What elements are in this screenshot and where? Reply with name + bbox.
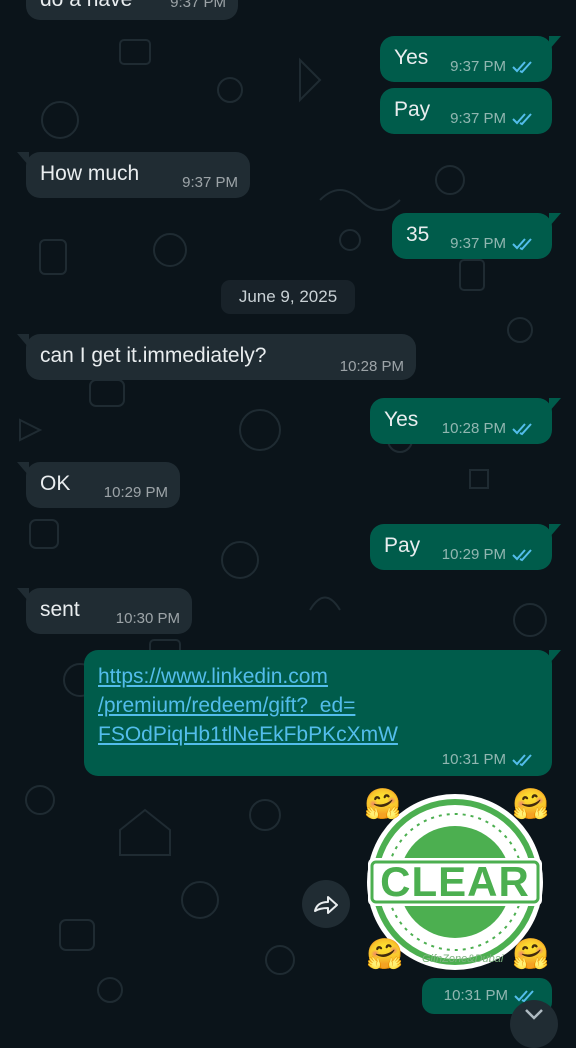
- hug-emoji: 🤗: [512, 938, 550, 971]
- message-text: Pay: [394, 98, 431, 121]
- sticker-watermark: GifnZone&Dubai: [422, 953, 504, 965]
- double-check-icon: [512, 60, 532, 73]
- hug-emoji: 🤗: [366, 938, 404, 971]
- message-text: do a have: [40, 0, 132, 12]
- message-time: 10:29 PM: [441, 546, 506, 563]
- message-text: can I get it.immediately?: [40, 344, 267, 367]
- message-time: 9:37 PM: [450, 58, 506, 75]
- date-separator: June 9, 2025: [221, 280, 355, 314]
- hug-emoji: 🤗: [512, 788, 550, 821]
- double-check-icon: [512, 548, 532, 561]
- message-text: 35: [406, 223, 430, 246]
- chevron-down-icon: [525, 1009, 543, 1020]
- message-time: 10:29 PM: [103, 484, 168, 501]
- message-text: Yes: [394, 46, 429, 69]
- sticker-word: CLEAR: [380, 858, 530, 905]
- message-incoming[interactable]: can I get it.immediately? 10:28 PM: [17, 334, 416, 380]
- message-incoming[interactable]: OK 10:29 PM: [17, 462, 180, 508]
- double-check-icon: [512, 237, 532, 250]
- message-outgoing[interactable]: Yes 10:28 PM: [370, 398, 561, 444]
- message-time: 9:37 PM: [182, 174, 238, 191]
- message-outgoing[interactable]: Pay 10:29 PM: [370, 524, 561, 570]
- forward-icon: [314, 896, 338, 914]
- message-time: 10:28 PM: [339, 358, 404, 375]
- message-outgoing[interactable]: 35 9:37 PM: [392, 213, 561, 259]
- hug-emoji: 🤗: [364, 788, 402, 821]
- message-time: 9:37 PM: [170, 0, 226, 11]
- message-outgoing-link[interactable]: https://www.linkedin.com /premium/redeem…: [84, 650, 561, 776]
- message-outgoing[interactable]: Yes 9:37 PM: [380, 36, 561, 82]
- double-check-icon: [512, 112, 532, 125]
- message-outgoing[interactable]: Pay 9:37 PM: [380, 88, 552, 134]
- double-check-icon: [512, 422, 532, 435]
- message-time: 10:31 PM: [441, 751, 506, 768]
- message-text: OK: [40, 472, 71, 495]
- message-link[interactable]: https://www.linkedin.com /premium/redeem…: [98, 662, 398, 749]
- message-text: How much: [40, 162, 140, 185]
- message-incoming[interactable]: sent 10:30 PM: [17, 588, 192, 634]
- message-text: Pay: [384, 534, 421, 557]
- forward-button[interactable]: [302, 880, 350, 928]
- message-time: 9:37 PM: [450, 110, 506, 127]
- message-text: Yes: [384, 408, 419, 431]
- message-incoming[interactable]: do a have 9:37 PM: [26, 0, 238, 20]
- message-incoming[interactable]: How much 9:37 PM: [17, 152, 250, 198]
- message-text: sent: [40, 598, 80, 621]
- message-time: 10:30 PM: [115, 610, 180, 627]
- message-time: 10:28 PM: [441, 420, 506, 437]
- message-time: 9:37 PM: [450, 235, 506, 252]
- message-time: 10:31 PM: [443, 987, 508, 1004]
- scroll-to-bottom-button[interactable]: [510, 1000, 558, 1048]
- double-check-icon: [512, 753, 532, 766]
